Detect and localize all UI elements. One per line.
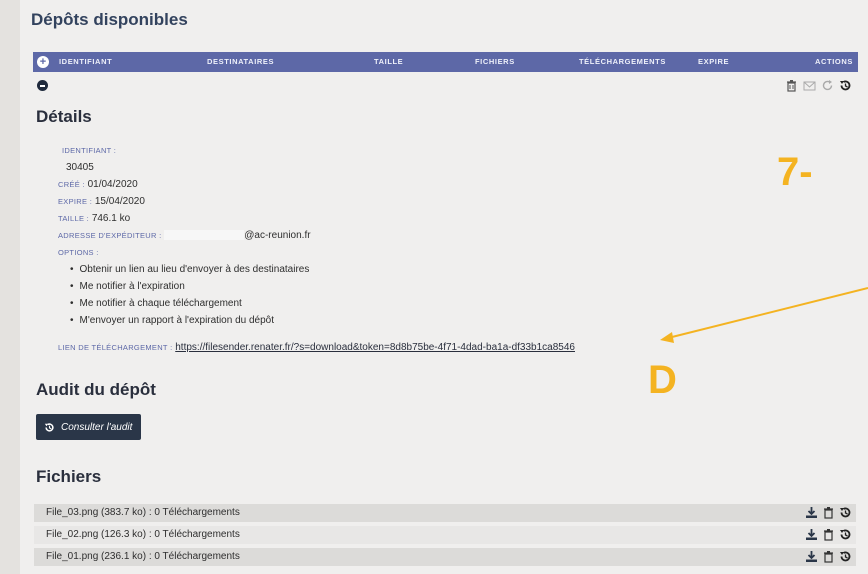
collapse-icon[interactable] xyxy=(37,80,48,91)
file-row-label: File_01.png (236.1 ko) : 0 Téléchargemen… xyxy=(46,551,240,562)
size-label: Taille : xyxy=(58,214,90,223)
history-icon[interactable] xyxy=(839,550,852,563)
file-row-label: File_03.png (383.7 ko) : 0 Téléchargemen… xyxy=(46,507,240,518)
download-icon[interactable] xyxy=(805,550,818,563)
header-actions: Actions xyxy=(815,57,853,66)
step-annotation: 7- xyxy=(777,150,813,194)
size-value: 746.1 ko xyxy=(91,213,131,224)
mail-icon[interactable] xyxy=(803,79,816,92)
expires-value: 15/04/2020 xyxy=(94,196,145,207)
details-heading: Détails xyxy=(36,107,92,126)
sender-value: @ac-reunion.fr xyxy=(244,230,311,241)
header-fichiers[interactable]: Fichiers xyxy=(475,57,515,66)
option-item: Obtenir un lien au lieu d'envoyer à des … xyxy=(70,261,575,278)
expires-label: Expire : xyxy=(58,197,93,206)
trash-icon[interactable] xyxy=(822,528,835,541)
file-row: File_03.png (383.7 ko) : 0 Téléchargemen… xyxy=(34,504,856,522)
page-title: Dépôts disponibles xyxy=(31,10,188,29)
audit-heading: Audit du dépôt xyxy=(36,380,156,399)
file-row: File_02.png (126.3 ko) : 0 Téléchargemen… xyxy=(34,526,856,544)
header-expire[interactable]: Expire xyxy=(698,57,729,66)
options-list: Obtenir un lien au lieu d'envoyer à des … xyxy=(58,261,575,329)
header-destinataires[interactable]: Destinataires xyxy=(207,57,274,66)
history-icon[interactable] xyxy=(839,528,852,541)
created-value: 01/04/2020 xyxy=(87,179,138,190)
download-icon[interactable] xyxy=(805,506,818,519)
file-row: File_01.png (236.1 ko) : 0 Téléchargemen… xyxy=(34,548,856,566)
header-telechargements[interactable]: Téléchargements xyxy=(579,57,666,66)
view-audit-button[interactable]: Consulter l'audit xyxy=(36,414,141,440)
redacted-email xyxy=(164,230,245,241)
view-audit-label: Consulter l'audit xyxy=(61,421,133,433)
header-identifiant[interactable]: Identifiant xyxy=(59,57,112,66)
history-icon xyxy=(44,422,54,432)
letter-annotation: D xyxy=(648,358,677,402)
created-label: Créé : xyxy=(58,180,85,189)
details-panel: Identifiant : 30405 Créé : 01/04/2020 Ex… xyxy=(58,142,575,356)
table-header: + Identifiant Destinataires Taille Fichi… xyxy=(33,52,858,72)
trash-icon[interactable] xyxy=(822,506,835,519)
expand-all-icon[interactable]: + xyxy=(37,56,49,68)
header-taille[interactable]: Taille xyxy=(374,57,403,66)
files-heading: Fichiers xyxy=(36,467,102,486)
option-item: Me notifier à l'expiration xyxy=(70,278,575,295)
history-icon[interactable] xyxy=(839,506,852,519)
option-item: M'envoyer un rapport à l'expiration du d… xyxy=(70,312,575,329)
id-value: 30405 xyxy=(66,162,94,173)
download-link-label: Lien de téléchargement : xyxy=(58,343,173,352)
option-item: Me notifier à chaque téléchargement xyxy=(70,295,575,312)
history-icon[interactable] xyxy=(839,79,852,92)
sender-label: Adresse d'expéditeur : xyxy=(58,231,162,240)
trash-icon[interactable] xyxy=(822,550,835,563)
download-link[interactable]: https://filesender.renater.fr/?s=downloa… xyxy=(175,342,575,353)
id-label: Identifiant : xyxy=(62,146,117,155)
trash-icon[interactable] xyxy=(785,79,798,92)
file-row-label: File_02.png (126.3 ko) : 0 Téléchargemen… xyxy=(46,529,240,540)
options-label: Options : xyxy=(58,248,99,257)
refresh-icon[interactable] xyxy=(821,79,834,92)
main-panel: Dépôts disponibles + Identifiant Destina… xyxy=(20,0,868,574)
transfer-actions xyxy=(785,79,852,92)
download-icon[interactable] xyxy=(805,528,818,541)
